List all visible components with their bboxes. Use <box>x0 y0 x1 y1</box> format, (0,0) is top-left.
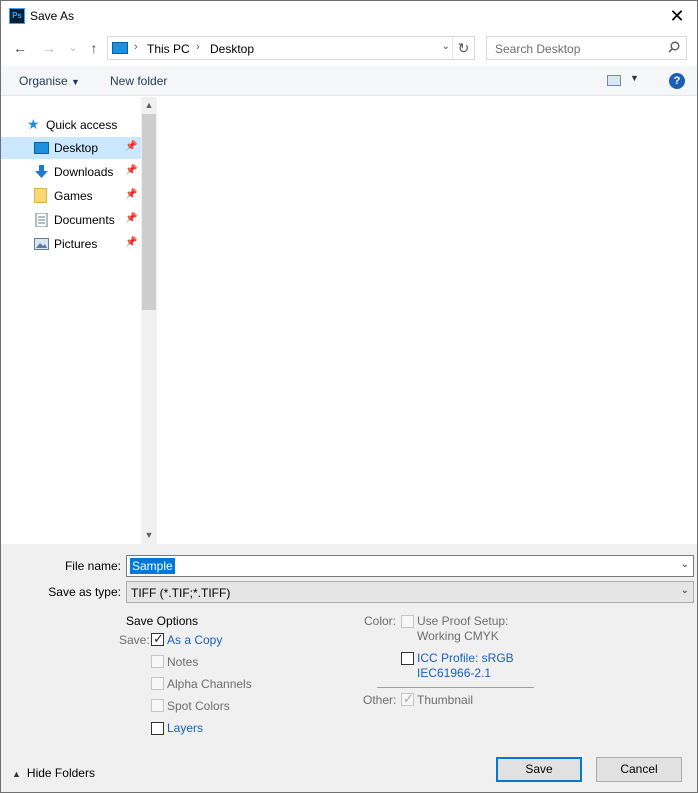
checkmark-icon: ✓ <box>153 631 164 646</box>
title-bar: Ps Save As ✕ <box>1 1 697 31</box>
alpha-channels-checkbox[interactable] <box>151 677 164 690</box>
pin-icon: 📌 <box>125 141 138 152</box>
window-title: Save As <box>30 9 75 23</box>
navigation-bar: ← → ⌄ ↑ › This PC › Desktop ⌄ ↻ Search D… <box>1 33 697 63</box>
chevron-down-icon[interactable]: ⌄ <box>681 585 689 596</box>
file-list-area[interactable] <box>157 97 697 544</box>
navigation-pane: ★ Quick access Desktop 📌 Downloads 📌 Gam… <box>1 97 157 544</box>
scroll-down-icon[interactable]: ▼ <box>141 527 157 544</box>
sidebar-item-documents[interactable]: Documents 📌 <box>1 209 141 231</box>
sidebar-item-label: Pictures <box>54 237 98 251</box>
file-name-label: File name: <box>64 559 121 573</box>
command-bar: Organise ▼ New folder ▼ ? <box>1 66 697 96</box>
layers-checkbox[interactable] <box>151 722 164 735</box>
save-label: Save: <box>119 633 150 647</box>
use-proof-setup-label: Use Proof Setup: <box>417 614 509 628</box>
breadcrumb-this-pc[interactable]: This PC <box>147 42 190 56</box>
recent-locations-icon[interactable]: ⌄ <box>64 39 82 57</box>
notes-checkbox[interactable] <box>151 655 164 668</box>
notes-label: Notes <box>167 655 199 669</box>
back-arrow-icon[interactable]: ← <box>11 39 29 57</box>
sidebar-item-downloads[interactable]: Downloads 📌 <box>1 161 141 183</box>
chevron-right-icon: › <box>134 41 138 53</box>
file-name-value: Sample <box>130 558 175 574</box>
chevron-down-icon[interactable]: ⌄ <box>681 559 689 570</box>
sidebar-item-label: Games <box>54 189 93 203</box>
documents-icon <box>35 213 48 227</box>
options-divider <box>377 687 534 688</box>
layers-label[interactable]: Layers <box>167 721 203 735</box>
close-button[interactable]: ✕ <box>657 1 697 31</box>
new-folder-button[interactable]: New folder <box>110 74 167 88</box>
thumbnail-checkbox[interactable]: ✓ <box>401 691 414 706</box>
scroll-up-icon[interactable]: ▲ <box>141 97 157 114</box>
save-options-heading: Save Options <box>126 614 199 628</box>
star-icon: ★ <box>27 116 40 132</box>
save-button[interactable]: Save <box>496 757 582 782</box>
up-arrow-icon[interactable]: ↑ <box>85 39 103 57</box>
alpha-channels-label: Alpha Channels <box>167 677 252 691</box>
hide-folders-label: Hide Folders <box>26 766 95 780</box>
folder-icon <box>34 188 47 203</box>
save-as-dialog: Ps Save As ✕ ← → ⌄ ↑ › This PC › Desktop… <box>0 0 698 793</box>
as-a-copy-label[interactable]: As a Copy <box>167 633 222 647</box>
spot-colors-checkbox[interactable] <box>151 699 164 712</box>
sidebar-item-desktop[interactable]: Desktop 📌 <box>1 137 141 159</box>
save-panel: File name: Sample ⌄ Save as type: TIFF (… <box>1 544 697 792</box>
file-name-input[interactable]: Sample ⌄ <box>126 555 694 577</box>
spot-colors-label: Spot Colors <box>167 699 230 713</box>
chevron-up-icon: ▲ <box>12 769 21 779</box>
checkmark-icon: ✓ <box>403 691 414 706</box>
pin-icon: 📌 <box>125 213 138 224</box>
this-pc-icon <box>112 42 128 54</box>
icc-profile-sublabel: IEC61966-2.1 <box>417 666 492 680</box>
pin-icon: 📌 <box>125 189 138 200</box>
as-a-copy-checkbox[interactable]: ✓ <box>151 631 164 646</box>
download-icon <box>35 165 48 178</box>
pictures-icon <box>34 238 49 250</box>
save-as-type-value: TIFF (*.TIF;*.TIFF) <box>131 586 231 600</box>
save-as-type-select[interactable]: TIFF (*.TIF;*.TIFF) ⌄ <box>126 581 694 603</box>
forward-arrow-icon[interactable]: → <box>40 39 58 57</box>
sidebar-item-label: Downloads <box>54 165 114 179</box>
search-icon <box>668 41 680 53</box>
change-view-icon[interactable] <box>607 75 621 86</box>
scrollbar-thumb[interactable] <box>142 114 156 310</box>
icc-profile-label[interactable]: ICC Profile: sRGB <box>417 651 514 665</box>
search-input[interactable]: Search Desktop <box>486 36 687 60</box>
photoshop-app-icon: Ps <box>9 8 25 24</box>
chevron-right-icon: › <box>196 41 200 53</box>
sidebar-item-label: Quick access <box>46 118 118 132</box>
cancel-button[interactable]: Cancel <box>596 757 682 782</box>
breadcrumb-desktop[interactable]: Desktop <box>210 42 254 56</box>
refresh-icon[interactable]: ↻ <box>452 37 474 59</box>
search-placeholder: Search Desktop <box>495 42 581 56</box>
use-proof-setup-sublabel: Working CMYK <box>417 629 499 643</box>
other-label: Other: <box>363 693 397 707</box>
sidebar-item-label: Documents <box>54 213 115 227</box>
sidebar-item-games[interactable]: Games 📌 <box>1 185 141 207</box>
view-dropdown-icon[interactable]: ▼ <box>630 73 639 83</box>
thumbnail-label: Thumbnail <box>417 693 474 707</box>
address-bar[interactable]: › This PC › Desktop ⌄ ↻ <box>107 36 475 60</box>
help-icon[interactable]: ? <box>669 73 685 89</box>
nav-pane-scrollbar[interactable]: ▲ ▼ <box>141 97 157 544</box>
pin-icon: 📌 <box>125 165 138 176</box>
sidebar-item-pictures[interactable]: Pictures 📌 <box>1 233 141 255</box>
address-dropdown-icon[interactable]: ⌄ <box>442 41 450 52</box>
use-proof-setup-checkbox[interactable] <box>401 615 414 628</box>
color-label: Color: <box>364 614 397 628</box>
pin-icon: 📌 <box>125 237 138 248</box>
organise-button[interactable]: Organise ▼ <box>19 74 80 88</box>
sidebar-item-quick-access[interactable]: ★ Quick access <box>1 114 141 136</box>
hide-folders-button[interactable]: ▲ Hide Folders <box>12 766 95 780</box>
sidebar-item-label: Desktop <box>54 141 99 155</box>
icc-profile-checkbox[interactable] <box>401 652 414 665</box>
save-as-type-label: Save as type: <box>48 585 121 599</box>
desktop-icon <box>34 142 49 154</box>
